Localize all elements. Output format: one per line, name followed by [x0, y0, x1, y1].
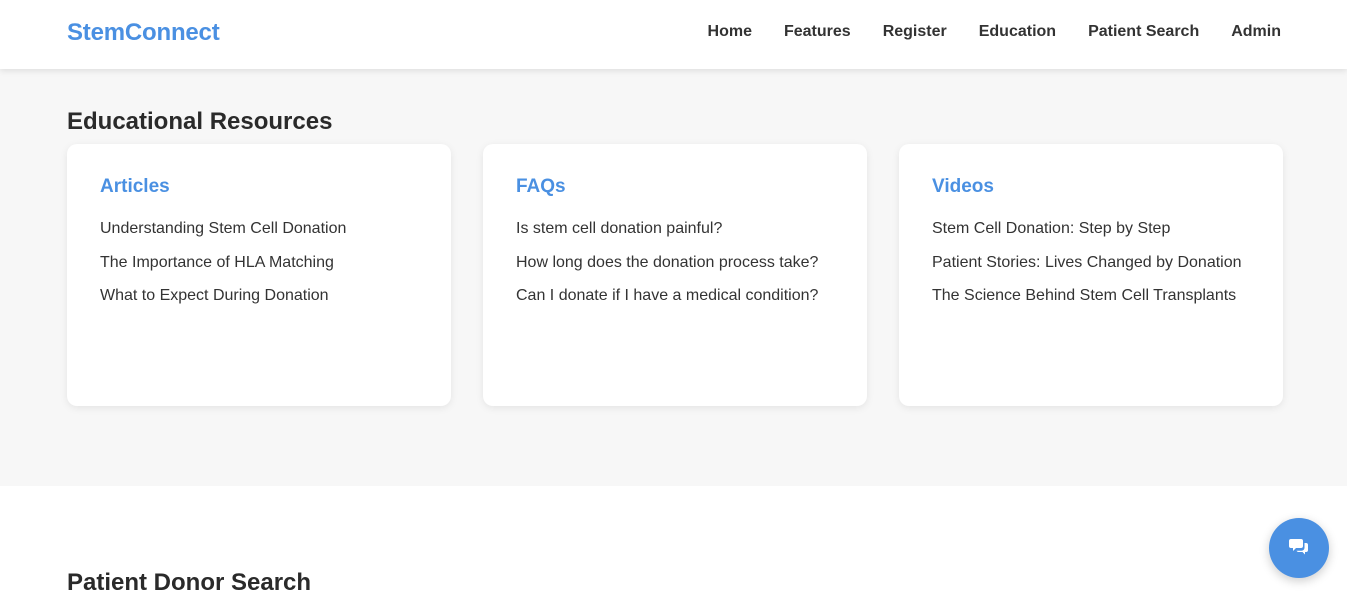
chat-button[interactable]: [1269, 518, 1329, 578]
resource-link[interactable]: How long does the donation process take?: [516, 250, 835, 276]
patient-search-title: Patient Donor Search: [67, 569, 312, 596]
resource-link[interactable]: The Importance of HLA Matching: [100, 250, 419, 276]
nav-item-features[interactable]: Features: [784, 23, 851, 41]
nav-item-home[interactable]: Home: [708, 23, 752, 41]
resource-list: Stem Cell Donation: Step by Step Patient…: [932, 216, 1251, 309]
nav-item-admin[interactable]: Admin: [1231, 23, 1281, 41]
resource-link[interactable]: Stem Cell Donation: Step by Step: [932, 216, 1251, 242]
patient-search-section: Patient Donor Search: [0, 486, 1347, 596]
resource-link[interactable]: Understanding Stem Cell Donation: [100, 216, 419, 242]
nav-item-education[interactable]: Education: [979, 23, 1056, 41]
nav-item-patient-search[interactable]: Patient Search: [1088, 23, 1199, 41]
resource-cards: Articles Understanding Stem Cell Donatio…: [67, 144, 1283, 406]
card-title: Videos: [932, 176, 994, 197]
education-title: Educational Resources: [67, 108, 333, 135]
card-faqs: FAQs Is stem cell donation painful? How …: [483, 144, 867, 406]
comments-icon: [1289, 537, 1309, 560]
resource-link[interactable]: Can I donate if I have a medical conditi…: [516, 283, 835, 309]
resource-link[interactable]: The Science Behind Stem Cell Transplants: [932, 283, 1251, 309]
resource-link[interactable]: What to Expect During Donation: [100, 283, 419, 309]
resource-list: Understanding Stem Cell Donation The Imp…: [100, 216, 419, 309]
resource-list: Is stem cell donation painful? How long …: [516, 216, 835, 309]
card-title: Articles: [100, 176, 170, 197]
card-videos: Videos Stem Cell Donation: Step by Step …: [899, 144, 1283, 406]
navbar: StemConnect Home Features Register Educa…: [0, 0, 1347, 69]
resource-link[interactable]: Is stem cell donation painful?: [516, 216, 835, 242]
education-section: Educational Resources Articles Understan…: [0, 69, 1347, 486]
nav-item-register[interactable]: Register: [883, 23, 947, 41]
resource-link[interactable]: Patient Stories: Lives Changed by Donati…: [932, 250, 1251, 276]
card-articles: Articles Understanding Stem Cell Donatio…: [67, 144, 451, 406]
card-title: FAQs: [516, 176, 566, 197]
brand-logo[interactable]: StemConnect: [67, 19, 220, 47]
nav-links: Home Features Register Education Patient…: [708, 23, 1281, 41]
